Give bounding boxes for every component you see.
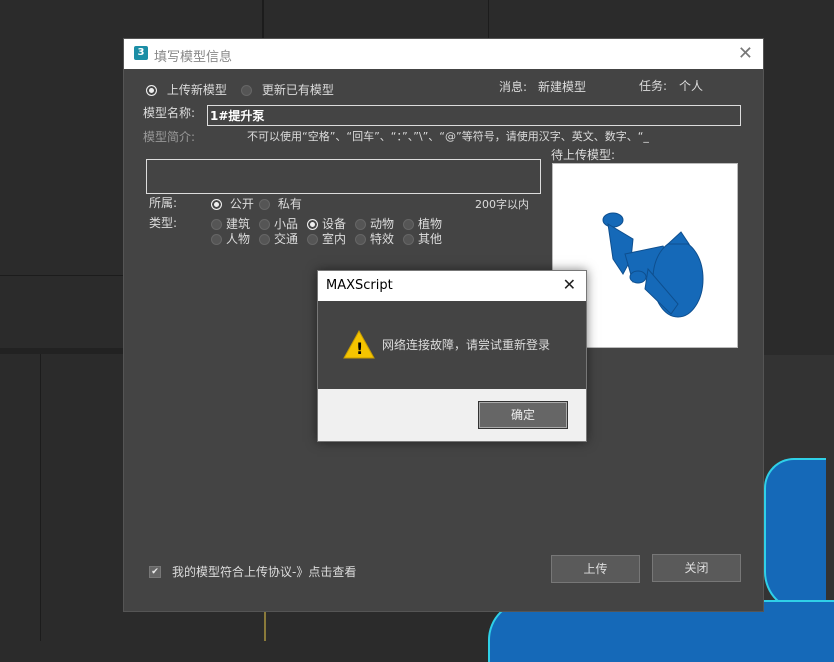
task-value: 个人 — [679, 79, 704, 93]
task-label: 任务: — [639, 79, 668, 93]
type-row-2: 人物 交通 室内 特效 其他 — [211, 230, 451, 247]
viewport-divider — [262, 0, 264, 38]
message-label: 消息: — [499, 80, 528, 94]
app-icon: 3 — [134, 46, 148, 60]
model-description-input[interactable] — [146, 159, 541, 194]
agree-checkbox[interactable]: ✔ — [149, 566, 161, 578]
message-value: 新建模型 — [538, 80, 587, 94]
owner-label: 所属: — [149, 196, 178, 210]
radio-icon — [259, 199, 270, 210]
type-radio-交通[interactable]: 交通 — [259, 230, 307, 247]
type-label: 类型: — [149, 216, 178, 230]
viewport-divider — [0, 348, 123, 354]
radio-icon — [241, 85, 252, 96]
mode-new-radio[interactable]: 上传新模型 — [146, 81, 227, 98]
viewport-border — [264, 610, 266, 641]
close-icon[interactable]: ✕ — [738, 43, 753, 64]
model-name-input[interactable]: 1#提升泵 — [207, 105, 741, 126]
maxscript-dialog: MAXScript ✕ ! 网络连接故障，请尝试重新登录 确定 — [317, 270, 587, 442]
title-bar: 3 填写模型信息 ✕ — [124, 39, 763, 69]
desc-hint: 不可以使用“空格”、“回车”、“：”、”\”、“@”等符号，请使用汉字、英文、数… — [247, 130, 649, 143]
close-icon[interactable]: ✕ — [563, 275, 576, 294]
type-radio-室内[interactable]: 室内 — [307, 230, 355, 247]
warning-icon: ! — [343, 329, 375, 361]
type-radio-人物[interactable]: 人物 — [211, 230, 259, 247]
close-button[interactable]: 关闭 — [652, 554, 741, 582]
viewport-divider — [40, 354, 41, 641]
window-title: 填写模型信息 — [154, 50, 233, 65]
char-limit: 200字以内 — [475, 198, 529, 211]
radio-icon — [146, 85, 157, 96]
upload-button[interactable]: 上传 — [551, 555, 640, 583]
background-model — [764, 458, 826, 612]
owner-private-radio[interactable]: 私有 — [259, 195, 302, 212]
dialog-message: 网络连接故障，请尝试重新登录 — [382, 338, 551, 352]
viewport-divider — [0, 275, 123, 276]
dialog-title: MAXScript — [326, 278, 393, 293]
dialog-title-bar: MAXScript ✕ — [318, 271, 586, 301]
type-radio-其他[interactable]: 其他 — [403, 230, 451, 247]
radio-icon — [211, 199, 222, 210]
ok-button[interactable]: 确定 — [478, 401, 568, 429]
agree-link[interactable]: 我的模型符合上传协议-》点击查看 — [172, 563, 356, 580]
dialog-footer: 确定 — [318, 389, 586, 441]
owner-public-radio[interactable]: 公开 — [211, 195, 254, 212]
name-label: 模型名称: — [143, 106, 196, 120]
desc-label: 模型简介: — [143, 130, 196, 144]
mode-update-radio[interactable]: 更新已有模型 — [241, 81, 334, 98]
viewport-divider — [488, 0, 489, 38]
preview-label: 待上传模型: — [551, 148, 616, 162]
type-radio-特效[interactable]: 特效 — [355, 230, 403, 247]
